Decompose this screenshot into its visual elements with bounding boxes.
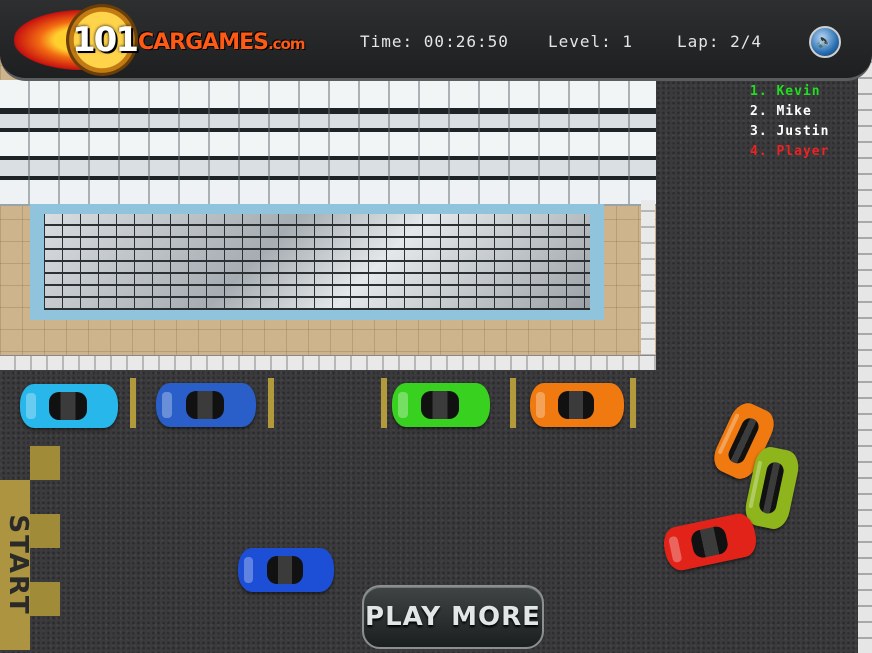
site-logo[interactable]: 101 CARGAMES.com	[14, 2, 354, 78]
speaker-icon[interactable]: 🔈	[809, 26, 841, 58]
game-stage[interactable]: START 101 CARGAMES.com Time: 00:26:50 Le…	[0, 0, 872, 653]
time-display: Time: 00:26:50	[360, 32, 509, 51]
parking-line	[630, 378, 636, 428]
logo-number: 101	[72, 20, 139, 60]
rank-item: 2. Mike	[750, 104, 812, 119]
rank-item: 4. Player	[750, 144, 830, 159]
start-label: START	[3, 514, 33, 616]
logo-text-suffix: .com	[267, 35, 306, 53]
play-more-button[interactable]: PLAY MORE	[362, 585, 544, 649]
parked-car-orange	[530, 383, 624, 427]
race-ranking: 1. Kevin 2. Mike 3. Justin 4. Player	[750, 84, 829, 164]
start-grid-tile	[30, 446, 60, 480]
rank-item: 1. Kevin	[750, 84, 821, 99]
start-grid-tile	[30, 514, 60, 548]
game-hud: 101 CARGAMES.com Time: 00:26:50 Level: 1…	[0, 0, 872, 81]
rank-item: 3. Justin	[750, 124, 830, 139]
logo-text: CARGAMES.com	[138, 30, 305, 55]
logo-text-main: CARGAMES	[138, 30, 269, 55]
glass-roof	[44, 214, 590, 310]
curb-right	[641, 200, 655, 370]
player-car	[238, 548, 334, 592]
track-edge-curb	[858, 0, 872, 653]
parked-car-green	[392, 383, 490, 427]
start-line: START	[0, 480, 33, 650]
parking-line	[268, 378, 274, 428]
building-glass-atrium	[30, 204, 604, 320]
parking-line	[510, 378, 516, 428]
parked-car-blue	[156, 383, 256, 427]
start-grid-tile	[30, 582, 60, 616]
level-display: Level: 1	[548, 32, 634, 51]
curb-bottom	[0, 355, 656, 370]
parking-line	[130, 378, 136, 428]
parked-car-cyan	[20, 384, 118, 428]
lap-display: Lap: 2/4	[677, 32, 763, 51]
building-roof	[0, 80, 656, 206]
parking-line	[381, 378, 387, 428]
opponent-car-red	[660, 510, 760, 574]
